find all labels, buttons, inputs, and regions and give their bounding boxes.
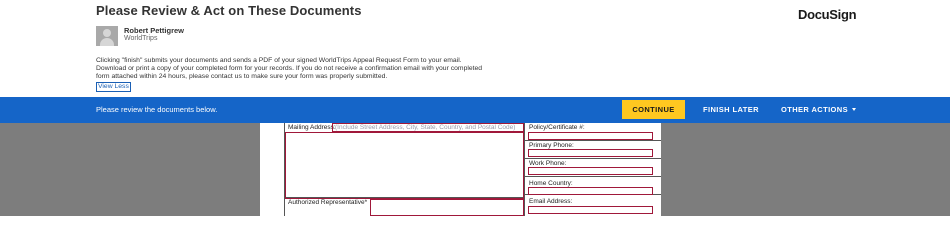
primary-phone-field[interactable] [528, 149, 653, 157]
work-phone-field[interactable] [528, 167, 653, 175]
authorized-rep-field[interactable] [370, 199, 524, 216]
form-divider [525, 140, 661, 141]
sender-message: Clicking "finish" submits your documents… [96, 57, 483, 81]
document-header: Please Review & Act on These Documents D… [0, 0, 950, 97]
finish-later-button[interactable]: FINISH LATER [703, 105, 759, 114]
form-divider [525, 158, 661, 159]
home-country-label: Home Country: [529, 180, 573, 187]
form-divider [525, 176, 661, 177]
mailing-address-field[interactable] [332, 123, 524, 132]
docusign-logo: DocuSign [798, 7, 857, 22]
document-page: Mailing Address: (Include Street Address… [260, 123, 661, 216]
authorized-rep-label: Authorized Representative* [288, 199, 368, 206]
other-actions-button[interactable]: OTHER ACTIONS [781, 105, 848, 114]
sender-name: Robert Pettigrew [124, 26, 185, 35]
home-country-field[interactable] [528, 187, 653, 195]
page-title: Please Review & Act on These Documents [96, 3, 362, 18]
continue-button[interactable]: CONTINUE [622, 100, 685, 119]
sender-org: WorldTrips [124, 35, 158, 42]
view-less-link[interactable]: View Less [96, 82, 131, 92]
review-message: Please review the documents below. [96, 105, 218, 114]
policy-field[interactable] [528, 132, 653, 140]
email-field[interactable] [528, 206, 653, 214]
policy-label: Policy/Certificate #: [529, 124, 585, 131]
mailing-address-label: Mailing Address: [288, 124, 336, 131]
work-phone-label: Work Phone: [529, 160, 567, 167]
primary-phone-label: Primary Phone: [529, 142, 574, 149]
form-divider [524, 123, 525, 216]
action-bar: Please review the documents below. CONTI… [0, 97, 950, 123]
document-viewer[interactable]: Mailing Address: (Include Street Address… [0, 123, 950, 216]
sender-avatar [96, 26, 118, 46]
chevron-down-icon[interactable] [852, 108, 856, 111]
email-label: Email Address: [529, 198, 573, 205]
mailing-address-box[interactable] [285, 132, 524, 199]
